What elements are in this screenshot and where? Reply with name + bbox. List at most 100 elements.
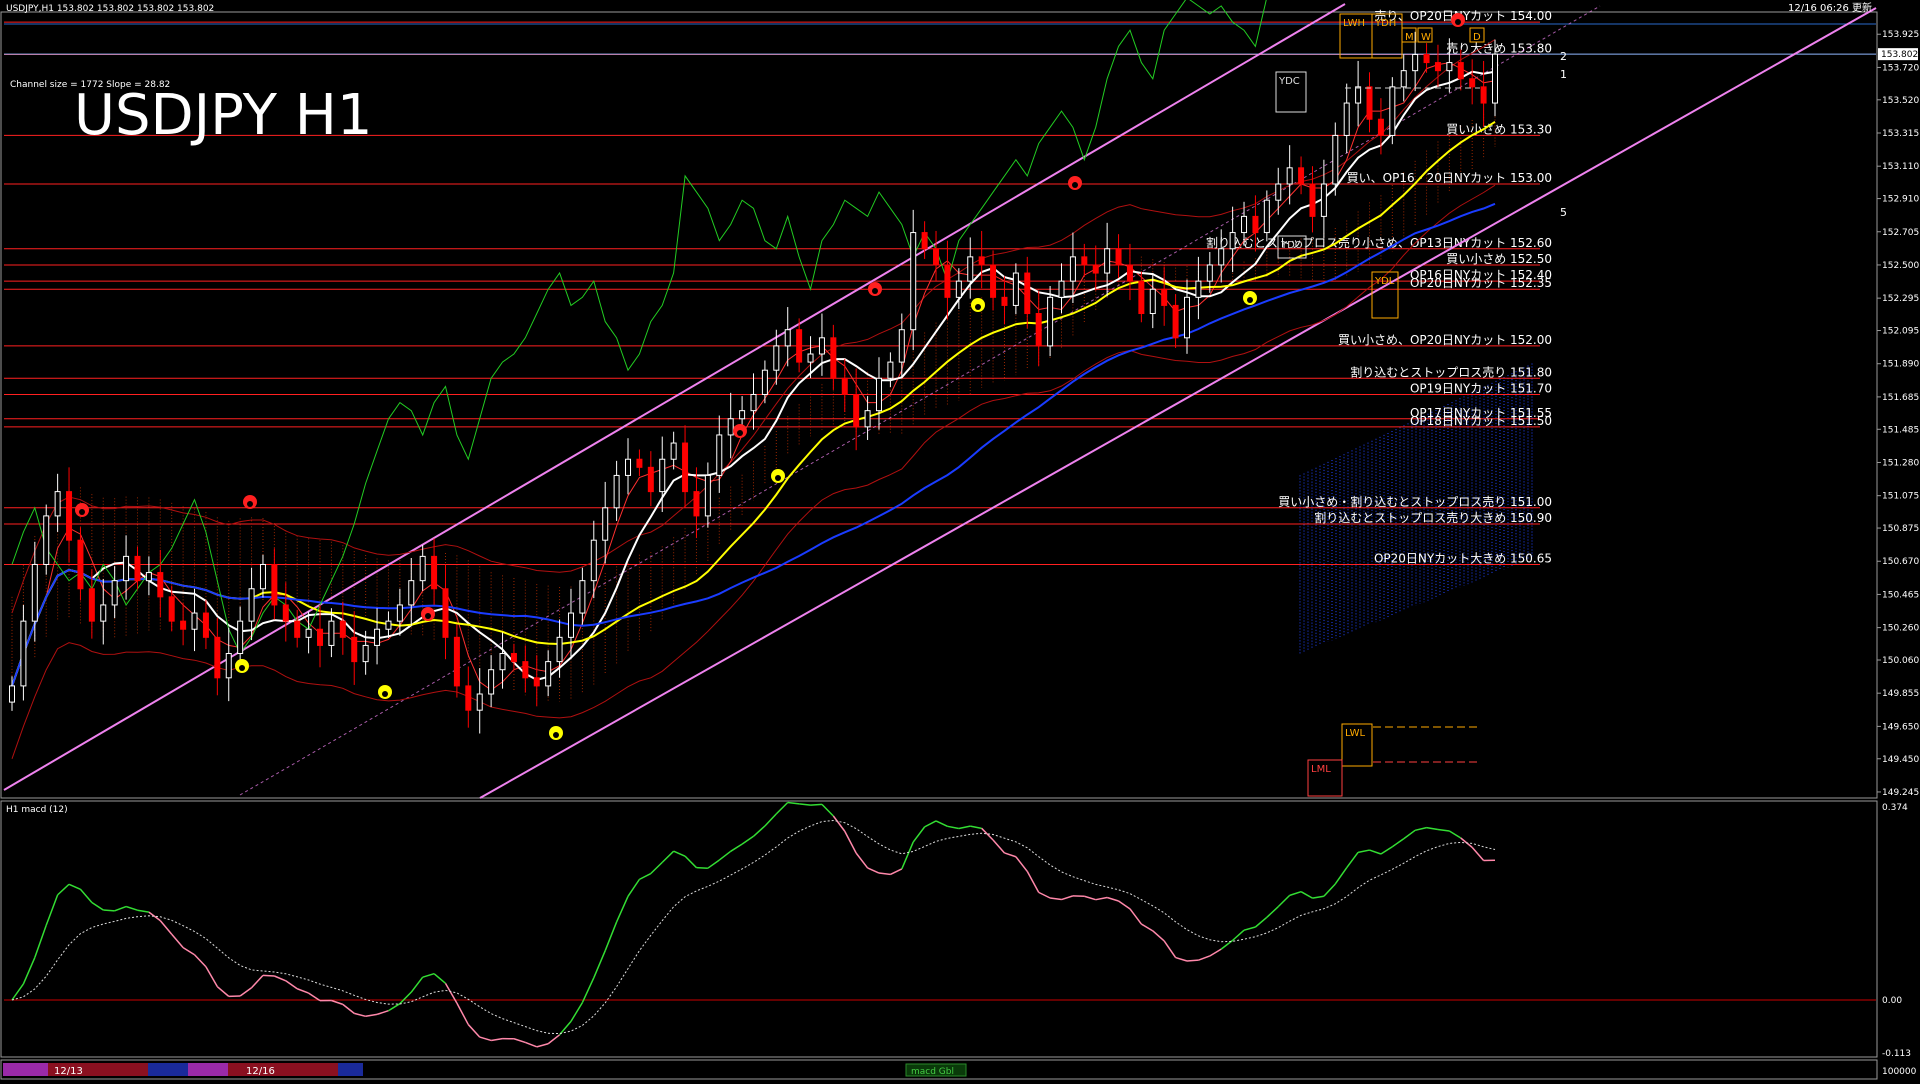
price-tick-label: 152.705 <box>1882 228 1919 238</box>
candle-body <box>146 573 151 581</box>
time-axis-right-label: 100000 <box>1882 1067 1917 1077</box>
candle-body <box>1344 103 1349 135</box>
candle-body <box>1470 79 1475 87</box>
price-tick-label: 149.855 <box>1882 689 1919 699</box>
candle-body <box>1082 257 1087 265</box>
price-tick-label: 151.485 <box>1882 425 1919 435</box>
candle-body <box>226 654 231 678</box>
candle-body <box>1105 249 1110 273</box>
candle-body <box>1287 168 1292 184</box>
marker-w-label: W <box>1421 32 1431 43</box>
candle-body <box>32 564 37 621</box>
fractal-marker-hole <box>1247 297 1253 303</box>
candle-body <box>352 637 357 661</box>
candle-body <box>922 233 927 249</box>
session-bar-6 <box>338 1063 363 1076</box>
marker-lwh-label: LWH <box>1343 18 1365 29</box>
price-tick-label: 149.650 <box>1882 722 1919 732</box>
fractal-marker-hole <box>1072 182 1078 188</box>
macd-panel-title: H1 macd (12) <box>6 805 68 815</box>
candle-body <box>956 281 961 297</box>
candle-body <box>169 597 174 621</box>
price-chart[interactable]: 売り、OP20日NYカット 154.00売り大きめ 153.80買い小さめ 15… <box>0 0 1920 1080</box>
fractal-marker-hole <box>425 613 431 619</box>
candle-body <box>637 459 642 467</box>
candle-body <box>21 621 26 686</box>
candle-body <box>1401 71 1406 87</box>
candle-body <box>671 443 676 459</box>
candle-body <box>1458 63 1463 79</box>
fractal-marker-hole <box>737 430 743 436</box>
fractal-marker-hole <box>1455 19 1461 25</box>
level-label: 買い、OP16・20日NYカット 153.00 <box>1347 171 1552 185</box>
candle-body <box>968 257 973 281</box>
marker-m-label: M <box>1405 32 1414 43</box>
candle-body <box>329 621 334 645</box>
macd-segment <box>263 975 274 976</box>
price-tick-label: 150.465 <box>1882 590 1919 600</box>
candle-body <box>1333 135 1338 184</box>
level-label: 買い小さめ 153.30 <box>1446 122 1552 136</box>
candle-body <box>318 629 323 645</box>
price-tick-label: 150.060 <box>1882 656 1919 666</box>
price-tick-label: 152.295 <box>1882 294 1919 304</box>
marker-ydc-label: YDC <box>1278 76 1300 87</box>
candle-body <box>249 589 254 621</box>
candle-body <box>1116 249 1121 265</box>
price-tick-label: 150.875 <box>1882 524 1919 534</box>
candle-body <box>751 394 756 410</box>
marker-d-label: D <box>1473 32 1481 43</box>
candle-body <box>523 662 528 678</box>
level-label: OP20日NYカット 152.35 <box>1410 276 1552 290</box>
macd-top-label: 0.374 <box>1882 803 1908 813</box>
candle-body <box>785 330 790 346</box>
price-tick-label: 151.890 <box>1882 360 1919 370</box>
candle-body <box>112 581 117 605</box>
candle-body <box>89 589 94 621</box>
candle-body <box>1413 54 1418 70</box>
candle-body <box>238 621 243 653</box>
candle-body <box>1173 305 1178 337</box>
candle-body <box>808 354 813 362</box>
candle-body <box>1002 297 1007 305</box>
fractal-marker-hole <box>239 665 245 671</box>
candle-body <box>10 686 15 702</box>
candle-body <box>762 370 767 394</box>
candle-body <box>934 249 939 265</box>
fractal-marker-hole <box>247 501 253 507</box>
level-label: 買い小さめ・割り込むとストップロス売り 151.00 <box>1278 494 1552 509</box>
candle-body <box>260 564 265 588</box>
candle-body <box>1435 63 1440 71</box>
candle-body <box>363 645 368 661</box>
candle-body <box>1481 87 1486 103</box>
candle-body <box>500 654 505 670</box>
candle-body <box>1184 297 1189 337</box>
candle-body <box>626 459 631 475</box>
macd-badge-label: macd Gbl <box>911 1067 954 1077</box>
candle-body <box>979 257 984 265</box>
candle-body <box>203 613 208 637</box>
updated-timestamp: 12/16 06:26 更新 <box>1788 1 1872 14</box>
candle-body <box>1264 200 1269 232</box>
candle-body <box>1207 265 1212 281</box>
macd-zero-label: 0.00 <box>1882 996 1902 1006</box>
channel-end-label: 1 <box>1560 68 1567 81</box>
candle-body <box>557 637 562 661</box>
marker-lwl-label: LWL <box>1345 728 1366 739</box>
candle-body <box>283 605 288 621</box>
candle-body <box>683 443 688 492</box>
candle-body <box>44 516 49 565</box>
candle-body <box>1493 54 1498 103</box>
candle-body <box>591 540 596 580</box>
candle-body <box>466 686 471 710</box>
candle-body <box>694 492 699 516</box>
candle-body <box>135 556 140 580</box>
candle-body <box>397 605 402 621</box>
candle-body <box>1150 289 1155 313</box>
candle-body <box>1242 216 1247 232</box>
marker-lml-label: LML <box>1311 764 1331 775</box>
candle-body <box>420 556 425 580</box>
candle-body <box>489 670 494 694</box>
candle-body <box>375 629 380 645</box>
current-price-label: 153.802 <box>1881 50 1918 60</box>
